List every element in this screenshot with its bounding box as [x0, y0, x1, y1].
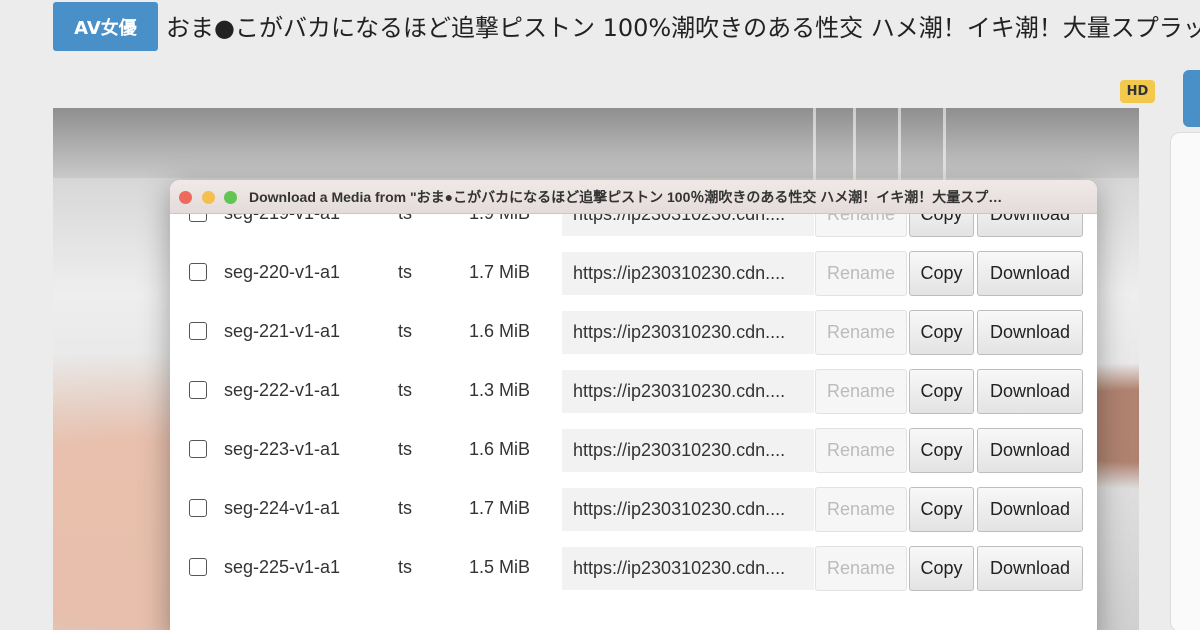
segment-extension: ts: [398, 380, 413, 400]
segment-size: 1.3 MiB: [469, 380, 531, 400]
download-button[interactable]: Download: [977, 487, 1083, 532]
segment-url: https://ip230310230.cdn....: [562, 311, 814, 354]
segment-name: seg-224-v1-a1: [224, 498, 341, 518]
segment-list[interactable]: seg-219-v1-a1 ts 1.9 MiB https://ip23031023…: [170, 214, 1097, 630]
download-button[interactable]: Download: [977, 310, 1083, 355]
segment-row: seg-221-v1-a1 ts 1.6 MiB https://ip23031023…: [170, 302, 1097, 361]
segment-extension: ts: [398, 557, 413, 577]
download-button[interactable]: Download: [977, 546, 1083, 591]
segment-extension: ts: [398, 214, 412, 243]
segment-row: seg-223-v1-a1 ts 1.6 MiB https://ip23031023…: [170, 420, 1097, 479]
segment-size: 1.9 MiB: [469, 214, 530, 243]
segment-checkbox[interactable]: [189, 263, 207, 281]
segment-row: seg-224-v1-a1 ts 1.7 MiB https://ip23031023…: [170, 479, 1097, 538]
rename-button[interactable]: Rename: [815, 310, 907, 355]
download-button[interactable]: Download: [977, 214, 1083, 237]
video-frame-ceiling: [53, 108, 1139, 178]
rename-button[interactable]: Rename: [815, 214, 907, 237]
close-window-icon[interactable]: [179, 191, 192, 204]
segment-name: seg-220-v1-a1: [224, 262, 341, 282]
copy-button[interactable]: Copy: [909, 369, 974, 414]
segment-name: seg-222-v1-a1: [224, 380, 341, 400]
hd-badge: HD: [1120, 80, 1155, 103]
rename-button[interactable]: Rename: [815, 428, 907, 473]
sidebar-panel: [1170, 132, 1200, 630]
segment-url: https://ip230310230.cdn....: [562, 488, 814, 531]
segment-size: 1.5 MiB: [469, 557, 531, 577]
download-button[interactable]: Download: [977, 251, 1083, 296]
rename-button[interactable]: Rename: [815, 487, 907, 532]
segment-url: https://ip230310230.cdn....: [562, 214, 814, 236]
minimize-window-icon[interactable]: [202, 191, 215, 204]
rename-button[interactable]: Rename: [815, 251, 907, 296]
segment-size: 1.6 MiB: [469, 321, 531, 341]
segment-extension: ts: [398, 439, 413, 459]
segment-name: seg-219-v1-a1: [224, 214, 340, 243]
copy-button[interactable]: Copy: [909, 214, 974, 237]
copy-button[interactable]: Copy: [909, 310, 974, 355]
segment-checkbox[interactable]: [189, 440, 207, 458]
segment-row: seg-219-v1-a1 ts 1.9 MiB https://ip23031023…: [170, 214, 1097, 243]
segment-checkbox[interactable]: [189, 322, 207, 340]
segment-extension: ts: [398, 321, 413, 341]
download-button[interactable]: Download: [977, 428, 1083, 473]
segment-url: https://ip230310230.cdn....: [562, 547, 814, 590]
download-dialog: Download a Media from "おま●こがバカになるほど追撃ピスト…: [170, 180, 1097, 630]
segment-extension: ts: [398, 262, 413, 282]
segment-row: seg-225-v1-a1 ts 1.5 MiB https://ip23031023…: [170, 538, 1097, 597]
segment-size: 1.7 MiB: [469, 262, 531, 282]
page-title: おま●こがバカになるほど追撃ピストン 100%潮吹きのある性交 ハメ潮！イキ潮！…: [166, 14, 1200, 42]
copy-button[interactable]: Copy: [909, 487, 974, 532]
segment-url: https://ip230310230.cdn....: [562, 429, 814, 472]
download-button[interactable]: Download: [977, 369, 1083, 414]
segment-checkbox[interactable]: [189, 558, 207, 576]
copy-button[interactable]: Copy: [909, 251, 974, 296]
copy-button[interactable]: Copy: [909, 428, 974, 473]
segment-size: 1.7 MiB: [469, 498, 531, 518]
segment-size: 1.6 MiB: [469, 439, 531, 459]
segment-url: https://ip230310230.cdn....: [562, 252, 814, 295]
segment-row: seg-222-v1-a1 ts 1.3 MiB https://ip23031023…: [170, 361, 1097, 420]
page-header: AV女優 おま●こがバカになるほど追撃ピストン 100%潮吹きのある性交 ハメ潮…: [0, 0, 1200, 55]
maximize-window-icon[interactable]: [224, 191, 237, 204]
segment-name: seg-223-v1-a1: [224, 439, 341, 459]
segment-extension: ts: [398, 498, 413, 518]
category-badge[interactable]: AV女優: [53, 2, 158, 51]
segment-checkbox[interactable]: [189, 499, 207, 517]
segment-checkbox[interactable]: [189, 214, 207, 222]
dialog-titlebar[interactable]: Download a Media from "おま●こがバカになるほど追撃ピスト…: [170, 180, 1097, 214]
sidebar-tab[interactable]: [1183, 70, 1200, 127]
segment-name: seg-221-v1-a1: [224, 321, 341, 341]
copy-button[interactable]: Copy: [909, 546, 974, 591]
segment-checkbox[interactable]: [189, 381, 207, 399]
rename-button[interactable]: Rename: [815, 369, 907, 414]
segment-url: https://ip230310230.cdn....: [562, 370, 814, 413]
rename-button[interactable]: Rename: [815, 546, 907, 591]
segment-name: seg-225-v1-a1: [224, 557, 341, 577]
dialog-title: Download a Media from "おま●こがバカになるほど追撃ピスト…: [249, 189, 1003, 205]
segment-row: seg-220-v1-a1 ts 1.7 MiB https://ip23031023…: [170, 243, 1097, 302]
